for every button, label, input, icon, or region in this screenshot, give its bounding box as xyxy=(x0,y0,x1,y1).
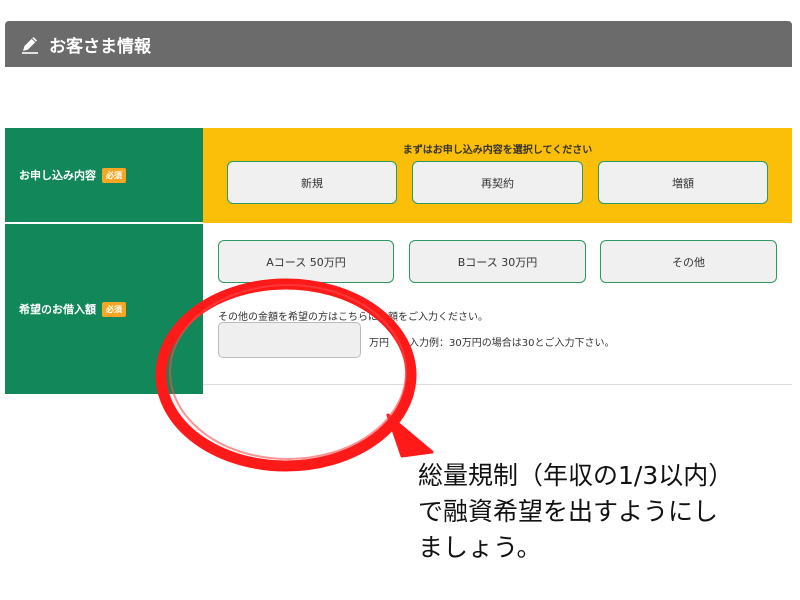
section-header: お客さま情報 xyxy=(5,21,792,67)
callout-pointer xyxy=(386,413,434,458)
new-application-button[interactable]: 新規 xyxy=(227,161,397,204)
row-divider xyxy=(203,384,792,385)
section-title: お客さま情報 xyxy=(49,36,151,57)
application-type-label-cell: お申し込み内容 必須 xyxy=(5,128,203,223)
course-a-button[interactable]: Aコース 50万円 xyxy=(218,240,394,283)
other-amount-button[interactable]: その他 xyxy=(600,240,777,283)
customer-info-form: お申し込み内容 必須 まずはお申し込み内容を選択してください 新規 再契約 増額… xyxy=(5,128,792,394)
callout-text: 総量規制（年収の1/3以内） で融資希望を出すようにし ましょう。 xyxy=(418,461,734,562)
desired-amount-label: 希望のお借入額 xyxy=(19,303,96,316)
pencil-icon xyxy=(19,33,41,55)
desired-amount-options: Aコース 50万円 Bコース 30万円 その他 その他の金額を希望の方はこちらに… xyxy=(203,224,792,394)
increase-amount-button[interactable]: 増額 xyxy=(598,161,768,204)
desired-amount-label-cell: 希望のお借入額 必須 xyxy=(5,224,203,394)
unit-label: 万円 xyxy=(369,338,389,349)
other-amount-prompt: その他の金額を希望の方はこちらに金額をご入力ください。 xyxy=(218,312,488,323)
input-example-text: 入力例：30万円の場合は30とご入力下さい。 xyxy=(409,338,615,349)
required-badge: 必須 xyxy=(102,167,126,183)
course-b-button[interactable]: Bコース 30万円 xyxy=(409,240,586,283)
application-type-label: お申し込み内容 xyxy=(19,169,96,182)
re-contract-button[interactable]: 再契約 xyxy=(412,161,583,204)
application-type-options: まずはお申し込み内容を選択してください 新規 再契約 増額 xyxy=(203,128,792,223)
selection-instruction: まずはお申し込み内容を選択してください xyxy=(402,145,593,156)
required-badge: 必須 xyxy=(102,301,126,317)
amount-input[interactable] xyxy=(218,322,361,358)
